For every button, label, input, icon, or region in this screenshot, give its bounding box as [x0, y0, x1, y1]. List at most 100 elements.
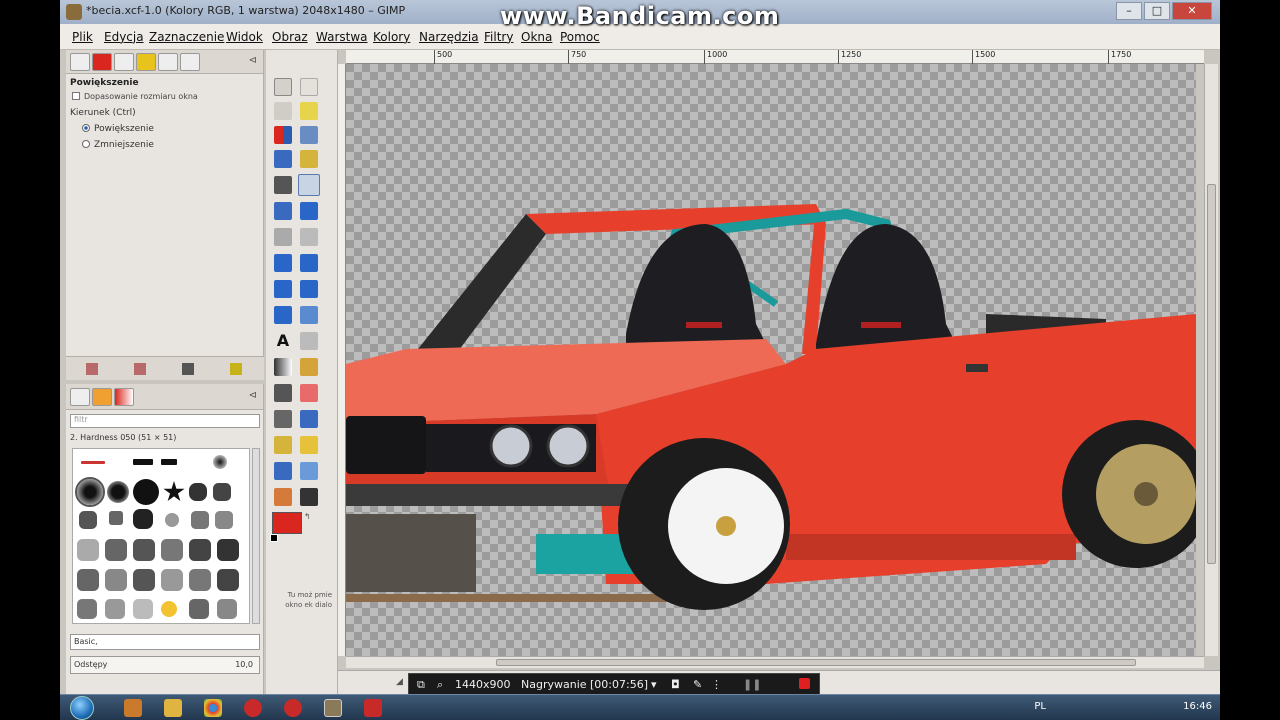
brush-item[interactable]: [77, 569, 99, 591]
brush-item[interactable]: [217, 599, 237, 619]
explorer-icon[interactable]: [164, 699, 182, 717]
restore-options-icon[interactable]: [134, 363, 146, 375]
resize-window-checkbox[interactable]: Dopasowanie rozmiaru okna: [72, 92, 198, 101]
taskbar-app-icon[interactable]: [124, 699, 142, 717]
bandicam-more-icon[interactable]: ⋮: [711, 678, 722, 691]
brush-item-selected[interactable]: [75, 477, 105, 507]
bandicam-camera-icon[interactable]: ◘: [671, 678, 680, 691]
measure-tool-icon[interactable]: [274, 202, 292, 220]
smudge-tool-icon[interactable]: [274, 488, 292, 506]
brush-item[interactable]: [189, 569, 211, 591]
brushes-menu-icon[interactable]: ⊲: [249, 390, 257, 401]
perspective-tool-icon[interactable]: [300, 280, 318, 298]
recording-taskbar-icon[interactable]: [364, 699, 382, 717]
undo-history-tab[interactable]: [114, 53, 134, 71]
image-canvas[interactable]: [346, 64, 1196, 656]
brush-item[interactable]: [105, 569, 127, 591]
dock-menu-icon[interactable]: ⊲: [249, 55, 257, 66]
menu-colors[interactable]: Kolory: [373, 30, 410, 44]
brush-item[interactable]: [213, 455, 227, 469]
gimp-taskbar-icon[interactable]: [324, 699, 342, 717]
menu-help[interactable]: Pomoc: [560, 30, 600, 44]
paths-tool-icon[interactable]: [300, 150, 318, 168]
brush-item[interactable]: [133, 459, 153, 465]
delete-options-icon[interactable]: [182, 363, 194, 375]
zoom-tool-icon[interactable]: [298, 174, 320, 196]
tool-options-tab[interactable]: [70, 53, 90, 71]
zoom-in-radio[interactable]: Powiększenie: [82, 124, 154, 134]
menu-filters[interactable]: Filtry: [484, 30, 513, 44]
reset-options-icon[interactable]: [230, 363, 242, 375]
foreground-select-tool-icon[interactable]: [274, 150, 292, 168]
move-tool-icon[interactable]: [300, 202, 318, 220]
brush-item[interactable]: [133, 599, 153, 619]
bandicam-stop-icon[interactable]: [799, 678, 810, 689]
brush-item[interactable]: [189, 599, 209, 619]
menu-tools[interactable]: Narzędzia: [419, 30, 479, 44]
menu-edit[interactable]: Edycja: [104, 30, 144, 44]
scale-tool-icon[interactable]: [300, 254, 318, 272]
menu-select[interactable]: Zaznaczenie: [149, 30, 224, 44]
brush-filter-input[interactable]: filtr: [70, 414, 260, 428]
menu-file[interactable]: Plik: [72, 30, 93, 44]
brush-item[interactable]: [133, 569, 155, 591]
brush-item[interactable]: [215, 511, 233, 529]
brush-item[interactable]: [189, 539, 211, 561]
brush-item[interactable]: [165, 513, 179, 527]
layers-tab[interactable]: [180, 53, 200, 71]
default-colors-icon[interactable]: [270, 534, 278, 542]
bandicam-window-icon[interactable]: ⧉: [417, 678, 425, 692]
ink-tool-icon[interactable]: [300, 410, 318, 428]
brush-item[interactable]: [161, 459, 177, 465]
bucket-fill-tool-icon[interactable]: [300, 332, 318, 350]
airbrush-tool-icon[interactable]: [274, 410, 292, 428]
brush-item[interactable]: [105, 539, 127, 561]
brush-grid[interactable]: [72, 448, 250, 624]
brush-item[interactable]: [213, 483, 231, 501]
blend-tool-icon[interactable]: [274, 358, 292, 376]
bandicam-pause-icon[interactable]: ❚❚: [743, 678, 761, 691]
brush-item[interactable]: [133, 509, 153, 529]
color-picker-tool-icon[interactable]: [274, 176, 292, 194]
brush-item[interactable]: [161, 601, 177, 617]
pencil-tool-icon[interactable]: [300, 358, 318, 376]
minimize-button[interactable]: –: [1116, 2, 1142, 20]
flip-tool-icon[interactable]: [274, 306, 292, 324]
images-tab[interactable]: [136, 53, 156, 71]
clock[interactable]: 16:46: [1183, 701, 1212, 712]
language-indicator[interactable]: PL: [1034, 701, 1046, 712]
maximize-button[interactable]: □: [1144, 2, 1170, 20]
brush-item[interactable]: [217, 569, 239, 591]
brush-item[interactable]: [161, 539, 183, 561]
brush-item[interactable]: [105, 599, 125, 619]
menu-view[interactable]: Widok: [226, 30, 263, 44]
brush-item[interactable]: [189, 483, 207, 501]
brush-item[interactable]: [109, 511, 123, 525]
brush-item[interactable]: [81, 461, 105, 464]
menu-image[interactable]: Obraz: [272, 30, 308, 44]
swap-colors-icon[interactable]: ↰: [304, 512, 311, 521]
brush-item[interactable]: [77, 539, 99, 561]
menu-layer[interactable]: Warstwa: [316, 30, 368, 44]
clone-tool-icon[interactable]: [274, 436, 292, 454]
paths-tab[interactable]: [158, 53, 178, 71]
brush-item[interactable]: [79, 511, 97, 529]
zoom-out-radio[interactable]: Zmniejszenie: [82, 140, 154, 150]
perspective-clone-tool-icon[interactable]: [274, 462, 292, 480]
horizontal-scroll-thumb[interactable]: [496, 659, 1136, 666]
rect-select-tool-icon[interactable]: [274, 78, 292, 96]
brush-item[interactable]: [133, 539, 155, 561]
start-button[interactable]: [70, 696, 94, 720]
bandicam-pen-icon[interactable]: ✎: [693, 678, 702, 691]
free-select-tool-icon[interactable]: [274, 102, 292, 120]
bandicam-dropdown-icon[interactable]: ▾: [651, 678, 657, 691]
bandicam-taskbar-icon[interactable]: [284, 699, 302, 717]
brush-item[interactable]: [107, 481, 129, 503]
chrome-icon[interactable]: [204, 699, 222, 717]
patterns-tab[interactable]: [92, 388, 112, 406]
device-status-tab[interactable]: [92, 53, 112, 71]
rotate-tool-icon[interactable]: [274, 254, 292, 272]
brushes-tab[interactable]: [70, 388, 90, 406]
fuzzy-select-tool-icon[interactable]: [300, 102, 318, 120]
horizontal-scrollbar[interactable]: [346, 656, 1204, 668]
